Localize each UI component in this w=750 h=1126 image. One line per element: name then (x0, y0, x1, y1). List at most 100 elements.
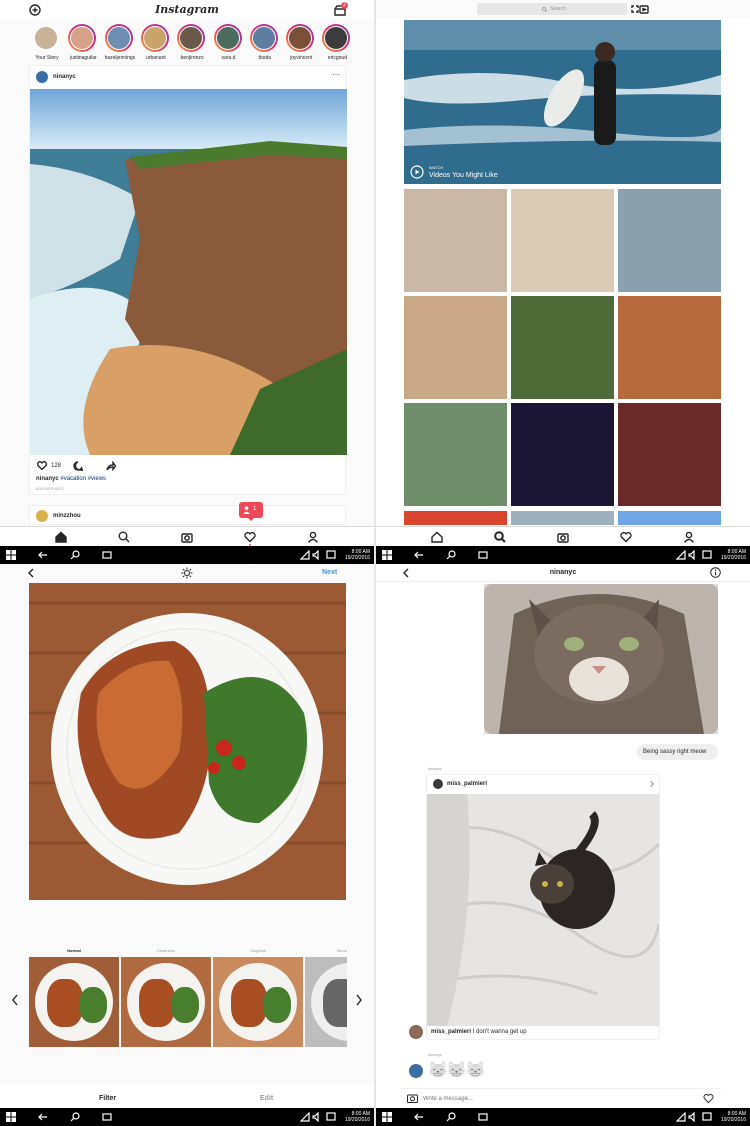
filter-thumbnail[interactable] (213, 957, 303, 1047)
activity-tooltip[interactable]: 1 (239, 502, 263, 518)
explore-grid-item[interactable] (618, 296, 721, 399)
task-view-icon[interactable] (478, 550, 488, 560)
explore-grid-item[interactable] (404, 403, 507, 506)
video-tile[interactable] (404, 20, 721, 184)
caption-username[interactable]: ninanyc (36, 476, 59, 482)
search-icon[interactable] (494, 531, 506, 543)
volume-icon[interactable] (312, 550, 322, 560)
back-arrow-icon[interactable] (38, 550, 48, 560)
volume-icon[interactable] (688, 550, 698, 560)
camera-icon[interactable] (557, 531, 569, 543)
home-icon[interactable] (431, 531, 443, 543)
play-icon[interactable] (410, 165, 424, 179)
heart-icon[interactable] (620, 531, 632, 543)
message-input[interactable] (423, 1092, 683, 1105)
lux-icon[interactable] (181, 567, 193, 579)
camera-icon[interactable] (407, 1093, 418, 1103)
taskbar-clock: 8:00 AM 19/20/2016 (714, 549, 746, 561)
filters-next-icon[interactable] (355, 994, 363, 1006)
tab-edit[interactable]: Edit (260, 1095, 273, 1102)
cortana-search-icon[interactable] (446, 1112, 456, 1122)
back-arrow-icon[interactable] (414, 550, 424, 560)
post-avatar[interactable] (36, 71, 48, 83)
next-post-avatar[interactable] (36, 510, 48, 522)
profile-icon[interactable] (307, 531, 319, 543)
task-view-icon[interactable] (102, 1112, 112, 1122)
notifications-icon[interactable] (326, 550, 336, 560)
windows-start-icon[interactable] (382, 1112, 392, 1122)
heart-icon[interactable] (703, 1093, 714, 1104)
windows-start-icon[interactable] (6, 550, 16, 560)
camera-add-icon[interactable] (29, 4, 41, 16)
igtv-icon[interactable] (639, 4, 649, 14)
shared-post-username[interactable]: miss_palmieri (447, 781, 487, 787)
story-item[interactable]: ericgoud (322, 24, 352, 61)
task-view-icon[interactable] (102, 550, 112, 560)
story-item[interactable]: justinaguilar (68, 24, 98, 61)
next-post-username[interactable]: minzzhou (53, 513, 81, 519)
back-arrow-icon[interactable] (414, 1112, 424, 1122)
cortana-search-icon[interactable] (70, 550, 80, 560)
back-arrow-icon[interactable] (38, 1112, 48, 1122)
story-item[interactable]: Your Story (32, 24, 62, 61)
story-username: hazeljennings (104, 55, 135, 61)
explore-grid-item[interactable] (511, 296, 614, 399)
task-view-icon[interactable] (478, 1112, 488, 1122)
windows-start-icon[interactable] (6, 1112, 16, 1122)
reply-label: ninanyc (428, 1052, 442, 1057)
explore-grid-item[interactable] (511, 189, 614, 292)
back-icon[interactable] (402, 568, 410, 578)
home-icon[interactable] (55, 531, 67, 543)
dm-cat-photo[interactable] (484, 584, 718, 734)
post-username[interactable]: ninanyc (53, 74, 76, 80)
story-item[interactable]: benjirenzo (177, 24, 207, 61)
search-icon[interactable] (118, 531, 130, 543)
share-icon[interactable] (106, 461, 116, 471)
app-title: Instagram (155, 3, 219, 16)
filter-thumbnail[interactable] (305, 957, 347, 1047)
filters-prev-icon[interactable] (11, 994, 19, 1006)
story-item[interactable]: hazeljennings (104, 24, 135, 61)
like-icon[interactable] (37, 461, 47, 470)
filter-thumbnail[interactable] (121, 957, 211, 1047)
cortana-search-icon[interactable] (446, 550, 456, 560)
explore-grid-item[interactable] (404, 296, 507, 399)
dm-title: ninanyc (549, 569, 577, 576)
cortana-search-icon[interactable] (70, 1112, 80, 1122)
windows-start-icon[interactable] (382, 550, 392, 560)
profile-icon[interactable] (683, 531, 695, 543)
explore-grid-partial-2[interactable] (511, 511, 614, 525)
caption-hashtags[interactable]: #vacation #views (60, 476, 106, 482)
next-button[interactable]: Next (322, 569, 337, 576)
story-item[interactable]: sara.d (213, 24, 244, 61)
post-more-icon[interactable]: ··· (332, 70, 340, 79)
comment-icon[interactable] (73, 461, 83, 471)
search-bar[interactable]: Search (477, 3, 627, 15)
explore-grid-partial-3[interactable] (618, 511, 721, 525)
story-item[interactable]: tboda (249, 24, 280, 61)
explore-grid-item[interactable] (618, 403, 721, 506)
camera-icon[interactable] (181, 531, 193, 543)
info-icon[interactable] (710, 567, 721, 578)
heart-icon[interactable] (244, 531, 256, 543)
notifications-icon[interactable] (326, 1112, 336, 1122)
story-item[interactable]: joyvincent (286, 24, 316, 61)
explore-grid-item[interactable] (511, 403, 614, 506)
shared-post-card[interactable]: miss_palmieri miss_palmieri I don't wann… (426, 774, 660, 1040)
network-icon (300, 1112, 310, 1122)
tab-filter[interactable]: Filter (99, 1095, 116, 1102)
filter-thumbnail[interactable] (29, 957, 119, 1047)
back-icon[interactable] (27, 568, 35, 578)
volume-icon[interactable] (312, 1112, 322, 1122)
volume-icon[interactable] (688, 1112, 698, 1122)
explore-grid-partial-1[interactable] (404, 511, 507, 525)
video-label[interactable]: Videos You Might Like (429, 172, 498, 179)
notifications-icon[interactable] (702, 550, 712, 560)
explore-grid-item[interactable] (404, 189, 507, 292)
explore-grid-item[interactable] (618, 189, 721, 292)
scan-icon[interactable] (631, 5, 639, 13)
story-item[interactable]: urbanant (140, 24, 171, 61)
shared-caption-username[interactable]: miss_palmieri (431, 1029, 471, 1035)
search-placeholder: Search (550, 6, 566, 12)
notifications-icon[interactable] (702, 1112, 712, 1122)
